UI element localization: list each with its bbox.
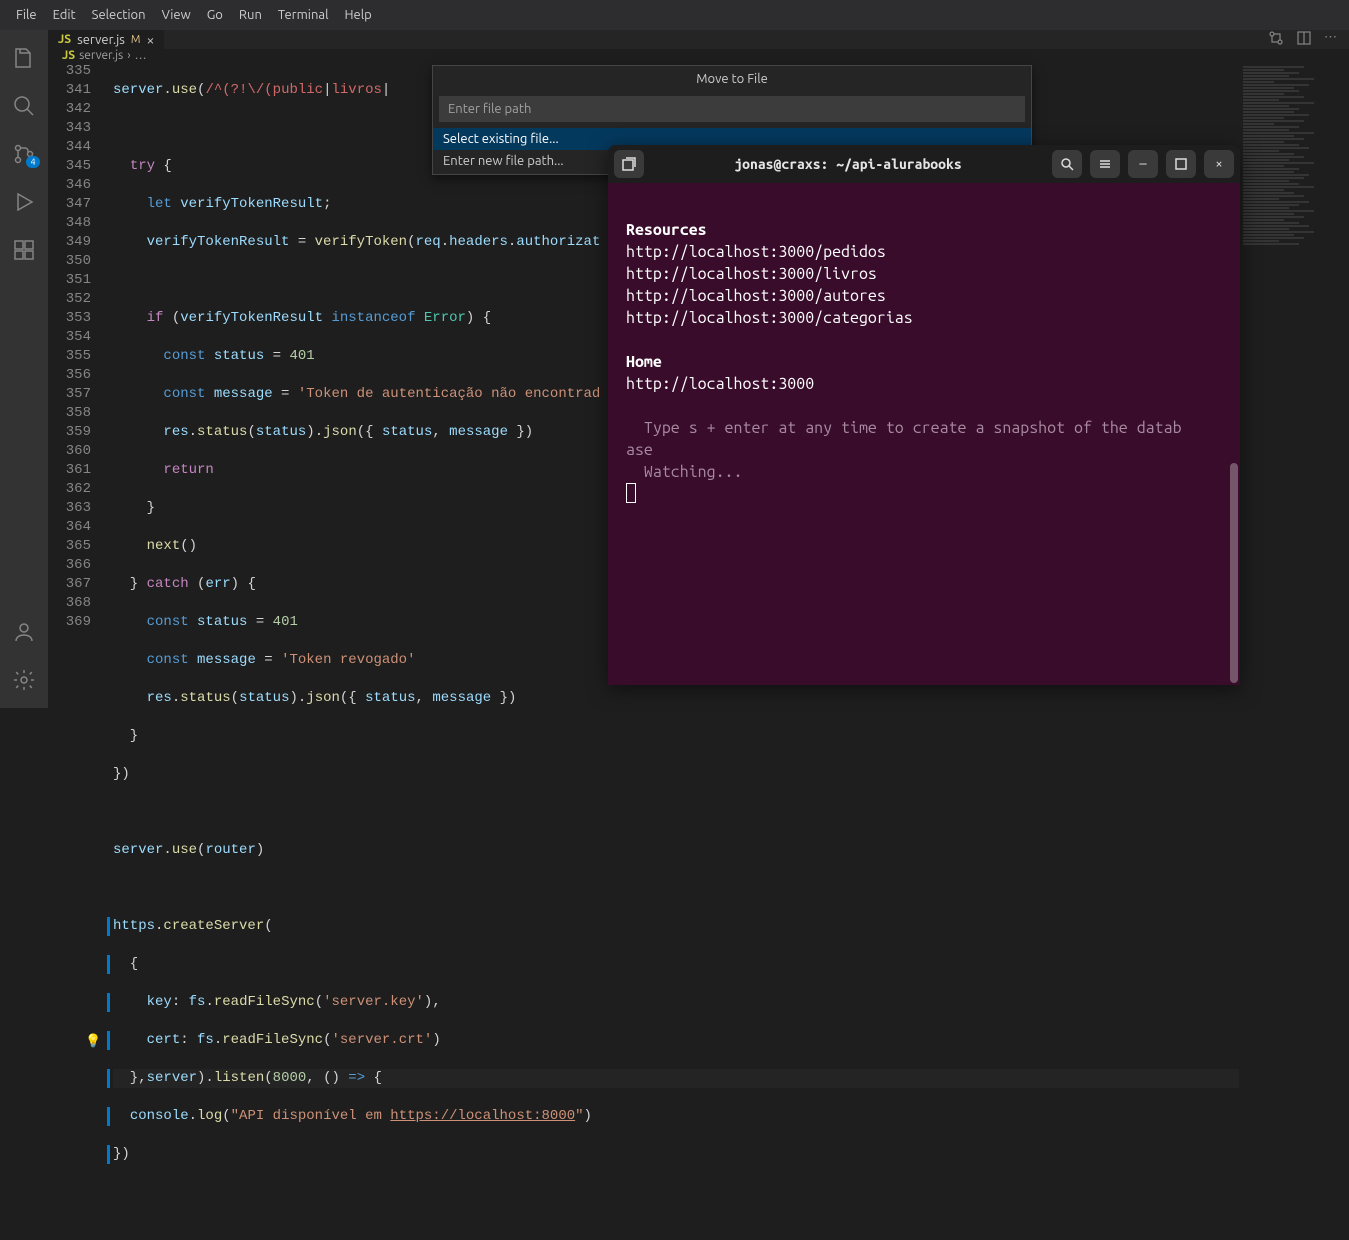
tab-modified-indicator: M bbox=[131, 34, 141, 46]
accounts-icon[interactable] bbox=[0, 608, 48, 656]
terminal-window: jonas@craxs: ~/api-alurabooks — × Resour… bbox=[608, 145, 1240, 685]
explorer-icon[interactable] bbox=[0, 34, 48, 82]
home-heading: Home bbox=[626, 351, 1222, 373]
watching-text: Watching... bbox=[626, 461, 1222, 483]
close-icon[interactable]: × bbox=[146, 32, 154, 48]
source-control-icon[interactable]: 4 bbox=[0, 130, 48, 178]
tabs-bar: JS server.js M × ⋯ bbox=[48, 30, 1349, 49]
tab-label: server.js bbox=[77, 33, 125, 47]
menu-edit[interactable]: Edit bbox=[45, 4, 84, 26]
resource-url: http://localhost:3000/livros bbox=[626, 263, 1222, 285]
terminal-title: jonas@craxs: ~/api-alurabooks bbox=[734, 156, 961, 172]
scm-badge: 4 bbox=[26, 156, 40, 168]
menu-terminal[interactable]: Terminal bbox=[270, 4, 337, 26]
js-icon: JS bbox=[62, 49, 75, 62]
new-tab-icon[interactable] bbox=[614, 150, 644, 178]
compare-changes-icon[interactable] bbox=[1268, 30, 1284, 49]
more-actions-icon[interactable]: ⋯ bbox=[1324, 30, 1337, 49]
split-editor-icon[interactable] bbox=[1296, 30, 1312, 49]
menubar: File Edit Selection View Go Run Terminal… bbox=[0, 0, 1349, 30]
menu-selection[interactable]: Selection bbox=[84, 4, 154, 26]
terminal-cursor bbox=[626, 483, 636, 503]
terminal-menu-icon[interactable] bbox=[1090, 150, 1120, 178]
lightbulb-icon[interactable]: 💡 bbox=[85, 1032, 101, 1051]
breadcrumb[interactable]: JS server.js › … bbox=[48, 49, 1349, 62]
line-numbers: 335 341 342 343 344 345 346 347 348 349 … bbox=[48, 62, 103, 1240]
menu-go[interactable]: Go bbox=[199, 4, 231, 26]
menu-run[interactable]: Run bbox=[231, 4, 270, 26]
menu-file[interactable]: File bbox=[8, 4, 45, 26]
breadcrumb-more: … bbox=[135, 49, 147, 62]
chevron-right-icon: › bbox=[127, 49, 130, 62]
home-url: http://localhost:3000 bbox=[626, 373, 1222, 395]
snapshot-hint: Type s + enter at any time to create a s… bbox=[626, 417, 1222, 439]
breadcrumb-file: server.js bbox=[79, 49, 123, 62]
tab-server-js[interactable]: JS server.js M × bbox=[48, 30, 165, 49]
activity-bar: 4 bbox=[0, 30, 48, 708]
quick-input-title: Move to File bbox=[433, 66, 1031, 92]
maximize-icon[interactable] bbox=[1166, 150, 1196, 178]
search-icon[interactable] bbox=[0, 82, 48, 130]
extensions-icon[interactable] bbox=[0, 226, 48, 274]
js-icon: JS bbox=[58, 33, 71, 46]
resource-url: http://localhost:3000/pedidos bbox=[626, 241, 1222, 263]
minimize-icon[interactable]: — bbox=[1128, 150, 1158, 178]
resource-url: http://localhost:3000/categorias bbox=[626, 307, 1222, 329]
terminal-search-icon[interactable] bbox=[1052, 150, 1082, 178]
minimap[interactable] bbox=[1239, 62, 1349, 1240]
snapshot-hint-2: ase bbox=[626, 439, 1222, 461]
terminal-body[interactable]: Resources http://localhost:3000/pedidos … bbox=[608, 183, 1240, 685]
menu-view[interactable]: View bbox=[154, 4, 199, 26]
terminal-scrollbar[interactable] bbox=[1230, 463, 1238, 683]
terminal-titlebar[interactable]: jonas@craxs: ~/api-alurabooks — × bbox=[608, 145, 1240, 183]
resources-heading: Resources bbox=[626, 219, 1222, 241]
run-debug-icon[interactable] bbox=[0, 178, 48, 226]
resource-url: http://localhost:3000/autores bbox=[626, 285, 1222, 307]
file-path-input[interactable]: Enter file path bbox=[439, 96, 1025, 122]
settings-icon[interactable] bbox=[0, 656, 48, 704]
close-icon[interactable]: × bbox=[1204, 150, 1234, 178]
menu-help[interactable]: Help bbox=[336, 4, 379, 26]
